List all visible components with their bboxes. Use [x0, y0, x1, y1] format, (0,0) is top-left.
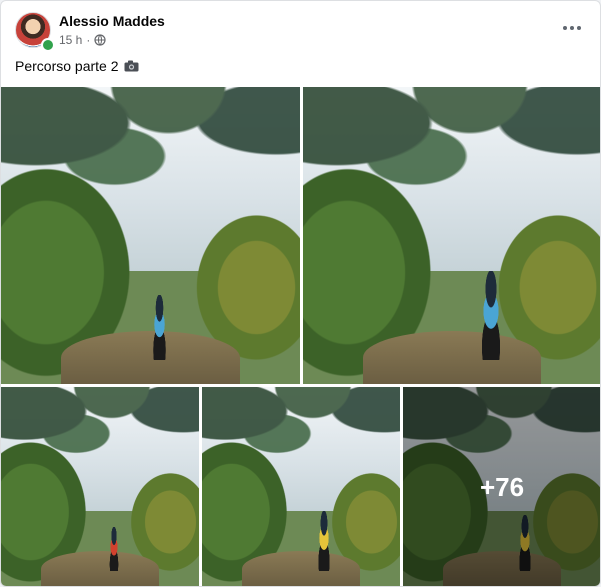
photo-1[interactable]: [1, 87, 300, 384]
dot: [577, 26, 581, 30]
cyclist: [144, 294, 175, 361]
dot: [570, 26, 574, 30]
post-time[interactable]: 15 h: [59, 33, 82, 47]
meta-separator: ·: [86, 33, 91, 47]
caption-text: Percorso parte 2: [15, 58, 119, 74]
camera-icon: [124, 60, 138, 72]
post-card: Alessio Maddes 15 h · Percorso parte 2 +…: [0, 0, 601, 587]
more-options-button[interactable]: [556, 14, 588, 42]
post-meta: 15 h ·: [59, 33, 106, 47]
online-status-icon: [41, 38, 55, 52]
trail: [241, 551, 361, 586]
photo-4[interactable]: [202, 387, 400, 586]
photo-5[interactable]: +76: [403, 387, 600, 586]
cyclist: [469, 271, 512, 361]
photo-2[interactable]: [303, 87, 600, 384]
trail: [362, 330, 542, 384]
author-name[interactable]: Alessio Maddes: [59, 13, 165, 29]
more-photos-overlay[interactable]: +76: [403, 387, 600, 586]
cyclist: [310, 511, 337, 571]
post-header: Alessio Maddes 15 h ·: [15, 12, 588, 52]
more-horizontal-icon: [563, 26, 567, 30]
avatar-container[interactable]: [15, 12, 55, 52]
more-photos-count: +76: [479, 471, 525, 502]
cyclist: [103, 527, 124, 571]
post-caption: Percorso parte 2: [15, 58, 139, 74]
globe-icon[interactable]: [94, 34, 106, 46]
trail: [40, 551, 160, 586]
photo-3[interactable]: [1, 387, 199, 586]
